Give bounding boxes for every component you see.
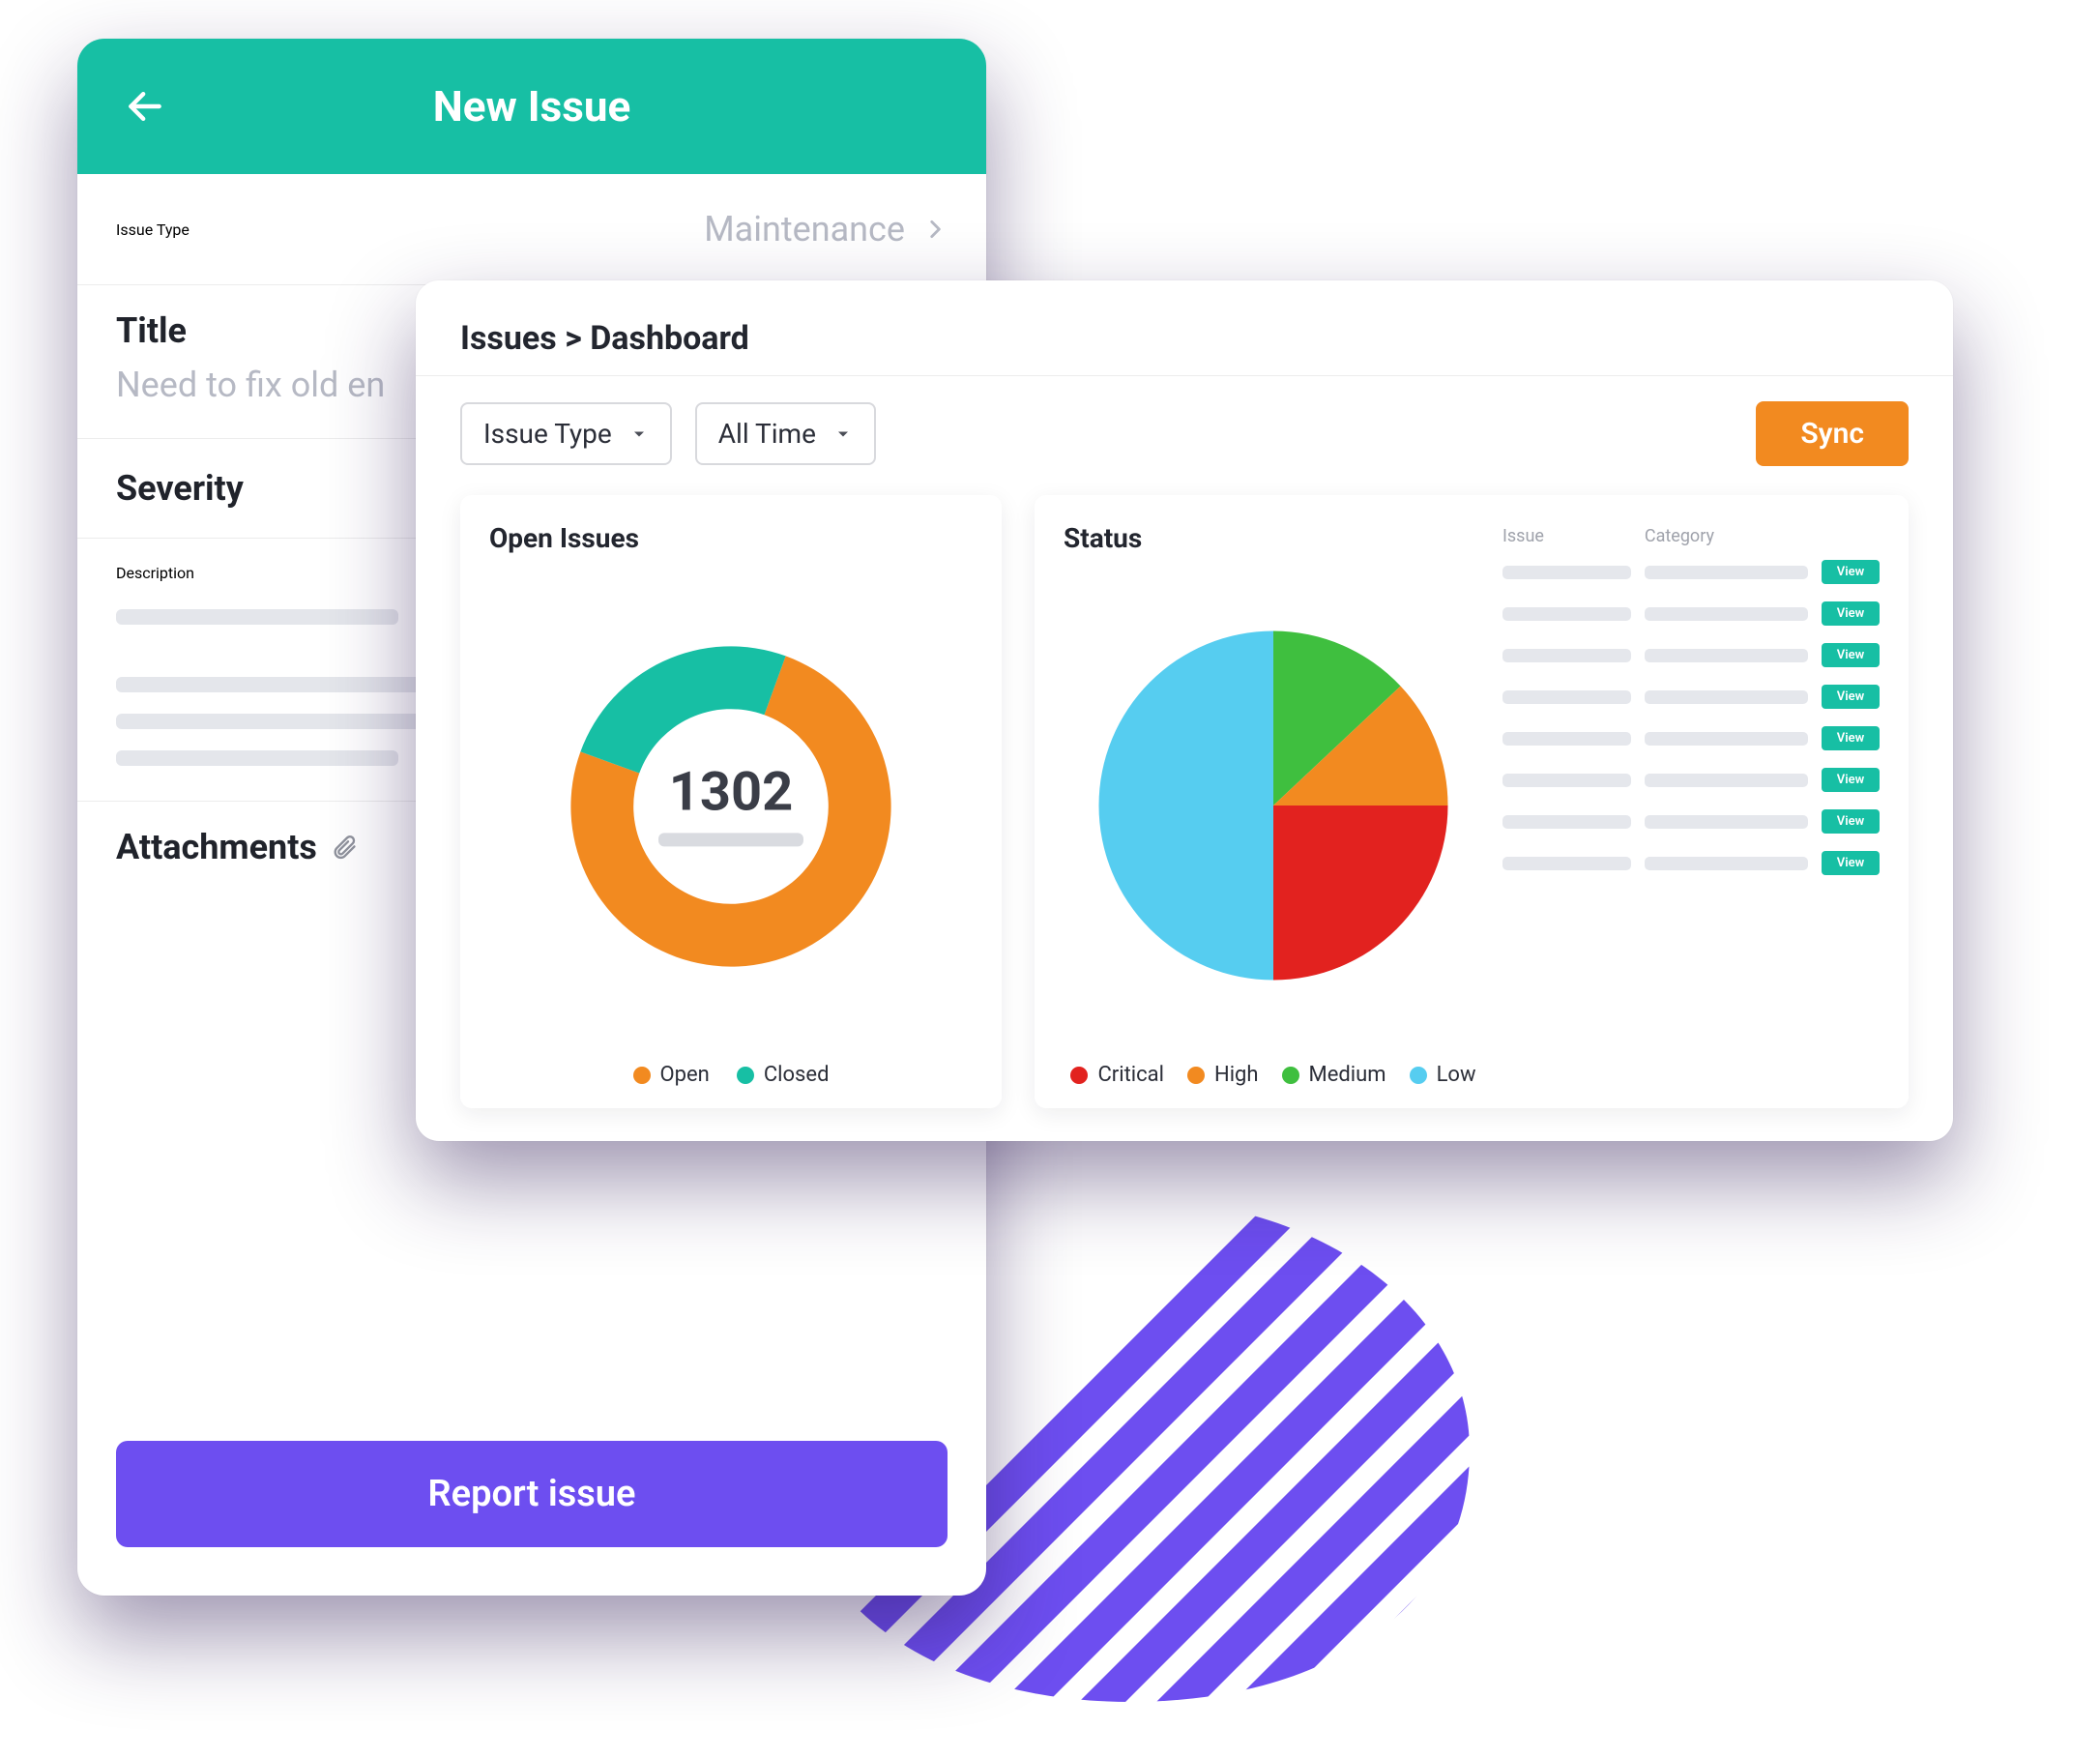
table-header-issue: Issue [1502, 526, 1631, 546]
table-row: View [1502, 768, 1880, 792]
view-button[interactable]: View [1822, 851, 1880, 875]
mobile-header: New Issue [77, 39, 986, 174]
open-issues-title: Open Issues [489, 522, 973, 554]
legend-dot-medium [1282, 1067, 1299, 1084]
back-button[interactable] [116, 77, 174, 135]
row-category-placeholder [1645, 774, 1808, 787]
row-issue-placeholder [1502, 732, 1631, 746]
row-category-placeholder [1645, 649, 1808, 662]
issue-type-value: Maintenance [704, 209, 905, 249]
legend-dot-low [1410, 1067, 1427, 1084]
legend-dot-closed [737, 1067, 754, 1084]
table-row: View [1502, 685, 1880, 709]
legend-dot-critical [1070, 1067, 1088, 1084]
table-row: View [1502, 726, 1880, 750]
time-range-filter-label: All Time [718, 418, 816, 450]
report-issue-button[interactable]: Report issue [116, 1441, 948, 1547]
issue-type-label: Issue Type [116, 220, 190, 239]
table-row: View [1502, 851, 1880, 875]
open-issues-card: Open Issues 1302 Open Closed [460, 495, 1002, 1108]
issues-table: Issue Category View View View View View … [1502, 522, 1880, 1087]
issue-type-row[interactable]: Issue Type Maintenance [77, 174, 986, 285]
caret-down-icon [629, 425, 649, 444]
caret-down-icon [833, 425, 853, 444]
open-issues-count: 1302 [658, 759, 803, 823]
row-issue-placeholder [1502, 607, 1631, 621]
row-issue-placeholder [1502, 690, 1631, 704]
view-button[interactable]: View [1822, 726, 1880, 750]
attachments-label: Attachments [116, 827, 317, 867]
sync-button[interactable]: Sync [1756, 401, 1909, 466]
open-issues-donut: 1302 [489, 554, 973, 1059]
table-header-category: Category [1645, 526, 1808, 546]
issue-type-filter[interactable]: Issue Type [460, 402, 672, 465]
row-issue-placeholder [1502, 649, 1631, 662]
table-row: View [1502, 809, 1880, 834]
row-category-placeholder [1645, 690, 1808, 704]
view-button[interactable]: View [1822, 685, 1880, 709]
view-button[interactable]: View [1822, 643, 1880, 667]
table-row: View [1502, 560, 1880, 584]
table-row: View [1502, 601, 1880, 626]
row-issue-placeholder [1502, 566, 1631, 579]
row-issue-placeholder [1502, 857, 1631, 870]
breadcrumb: Issues > Dashboard [460, 319, 1909, 375]
time-range-filter[interactable]: All Time [695, 402, 876, 465]
view-button[interactable]: View [1822, 768, 1880, 792]
row-category-placeholder [1645, 857, 1808, 870]
issues-dashboard-card: Issues > Dashboard Issue Type All Time S… [416, 280, 1953, 1141]
view-button[interactable]: View [1822, 601, 1880, 626]
status-title: Status [1064, 522, 1483, 554]
issue-type-filter-label: Issue Type [483, 418, 612, 450]
arrow-left-icon [124, 85, 166, 128]
table-row: View [1502, 643, 1880, 667]
status-card: Status Critical High Medium Low Issue Ca… [1035, 495, 1909, 1108]
severity-label: Severity [116, 468, 244, 509]
chevron-right-icon [922, 217, 948, 242]
view-button[interactable]: View [1822, 809, 1880, 834]
status-legend: Critical High Medium Low [1064, 1063, 1483, 1087]
row-category-placeholder [1645, 815, 1808, 829]
dashboard-controls: Issue Type All Time Sync [460, 401, 1909, 466]
row-category-placeholder [1645, 732, 1808, 746]
mobile-title: New Issue [174, 81, 890, 132]
legend-dot-high [1187, 1067, 1205, 1084]
row-issue-placeholder [1502, 815, 1631, 829]
legend-dot-open [633, 1067, 651, 1084]
row-issue-placeholder [1502, 774, 1631, 787]
view-button[interactable]: View [1822, 560, 1880, 584]
row-category-placeholder [1645, 566, 1808, 579]
paperclip-icon [331, 832, 358, 863]
status-pie [1064, 554, 1483, 1057]
open-issues-legend: Open Closed [489, 1063, 973, 1087]
row-category-placeholder [1645, 607, 1808, 621]
